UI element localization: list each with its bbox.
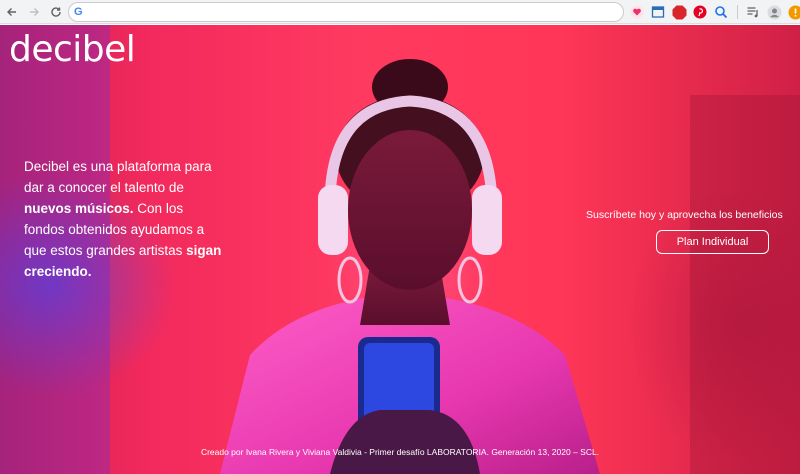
magnifier-extension-icon[interactable]: [712, 3, 730, 21]
address-input[interactable]: [88, 4, 623, 20]
extensions-bar: [628, 3, 800, 21]
update-icon[interactable]: [786, 3, 800, 21]
intro-text: Decibel es una plataforma para dar a con…: [24, 156, 224, 282]
forward-arrow-icon[interactable]: [24, 2, 44, 22]
pinterest-extension-icon[interactable]: [691, 3, 709, 21]
abp-extension-icon[interactable]: [670, 3, 688, 21]
browser-toolbar: G: [0, 0, 800, 24]
window-extension-icon[interactable]: [649, 3, 667, 21]
heart-extension-icon[interactable]: [628, 3, 646, 21]
toolbar-separator: [737, 5, 738, 19]
site-logo[interactable]: decibel: [9, 29, 136, 70]
landing-page: decibel Decibel es una plataforma para d…: [0, 25, 800, 474]
google-icon: G: [74, 6, 83, 18]
playlist-icon[interactable]: [744, 3, 762, 21]
intro-highlight-musicians: nuevos músicos.: [24, 201, 134, 216]
plan-individual-button[interactable]: Plan Individual: [656, 230, 769, 254]
profile-icon[interactable]: [765, 3, 783, 21]
footer-credits: Creado por Ivana Rivera y Viviana Valdiv…: [200, 447, 600, 457]
back-arrow-icon[interactable]: [2, 2, 22, 22]
address-bar[interactable]: G: [68, 2, 624, 22]
subscribe-text: Suscríbete hoy y aprovecha los beneficio…: [586, 209, 783, 221]
reload-icon[interactable]: [46, 2, 66, 22]
intro-text-part1: Decibel es una plataforma para dar a con…: [24, 159, 212, 195]
